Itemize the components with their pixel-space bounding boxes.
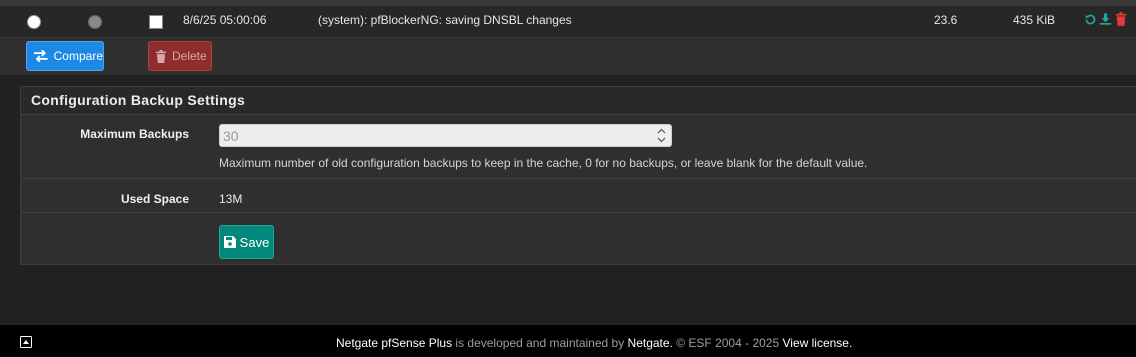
backup-settings-panel: Configuration Backup Settings Maximum Ba… [20, 86, 1136, 265]
number-spinner-icon[interactable] [656, 127, 667, 144]
netgate-link[interactable]: Netgate. [628, 336, 673, 350]
maximum-backups-help: Maximum number of old configuration back… [219, 156, 868, 170]
maximum-backups-input[interactable] [220, 125, 643, 146]
download-icon[interactable] [1099, 11, 1112, 27]
panel-title: Configuration Backup Settings [21, 87, 1136, 115]
footer-text: Netgate pfSense Plus is developed and ma… [336, 336, 852, 350]
view-license-link[interactable]: View license. [782, 336, 852, 350]
compare-to-radio[interactable] [88, 15, 102, 29]
scroll-top-icon[interactable] [20, 336, 32, 348]
delete-button[interactable]: Delete [148, 41, 212, 71]
footer-brand: Netgate pfSense Plus [336, 336, 453, 350]
row-actions [1084, 11, 1127, 27]
trash-icon[interactable] [1114, 11, 1127, 27]
backup-description: (system): pfBlockerNG: saving DNSBL chan… [318, 13, 572, 27]
backup-version: 23.6 [934, 13, 958, 27]
restore-icon[interactable] [1084, 11, 1097, 27]
delete-label: Delete [172, 49, 207, 63]
compare-icon [33, 50, 48, 62]
backup-size: 435 KiB [1013, 13, 1056, 27]
maximum-backups-label: Maximum Backups [80, 127, 189, 141]
trash-icon [156, 49, 166, 63]
compare-from-radio[interactable] [27, 15, 41, 29]
footer-middle: is developed and maintained by [452, 336, 628, 350]
maximum-backups-row: Maximum Backups Maximum number of old co… [21, 114, 1136, 179]
save-icon [223, 236, 236, 248]
footer: Netgate pfSense Plus is developed and ma… [0, 325, 1136, 357]
used-space-label: Used Space [120, 192, 189, 206]
maximum-backups-field[interactable] [219, 124, 672, 147]
footer-copyright: © ESF 2004 - 2025 [672, 336, 783, 350]
compare-label: Compare [53, 49, 103, 63]
backup-history-panel: 8/6/25 05:00:06 (system): pfBlockerNG: s… [0, 0, 1136, 75]
compare-button[interactable]: Compare [26, 41, 104, 71]
select-checkbox[interactable] [149, 15, 163, 29]
save-button[interactable]: Save [219, 225, 274, 259]
backup-date: 8/6/25 05:00:06 [183, 13, 267, 27]
used-space-value: 13M [219, 192, 243, 206]
used-space-row: Used Space 13M [21, 178, 1136, 213]
table-row: 8/6/25 05:00:06 (system): pfBlockerNG: s… [0, 6, 1136, 38]
save-label: Save [239, 234, 270, 250]
